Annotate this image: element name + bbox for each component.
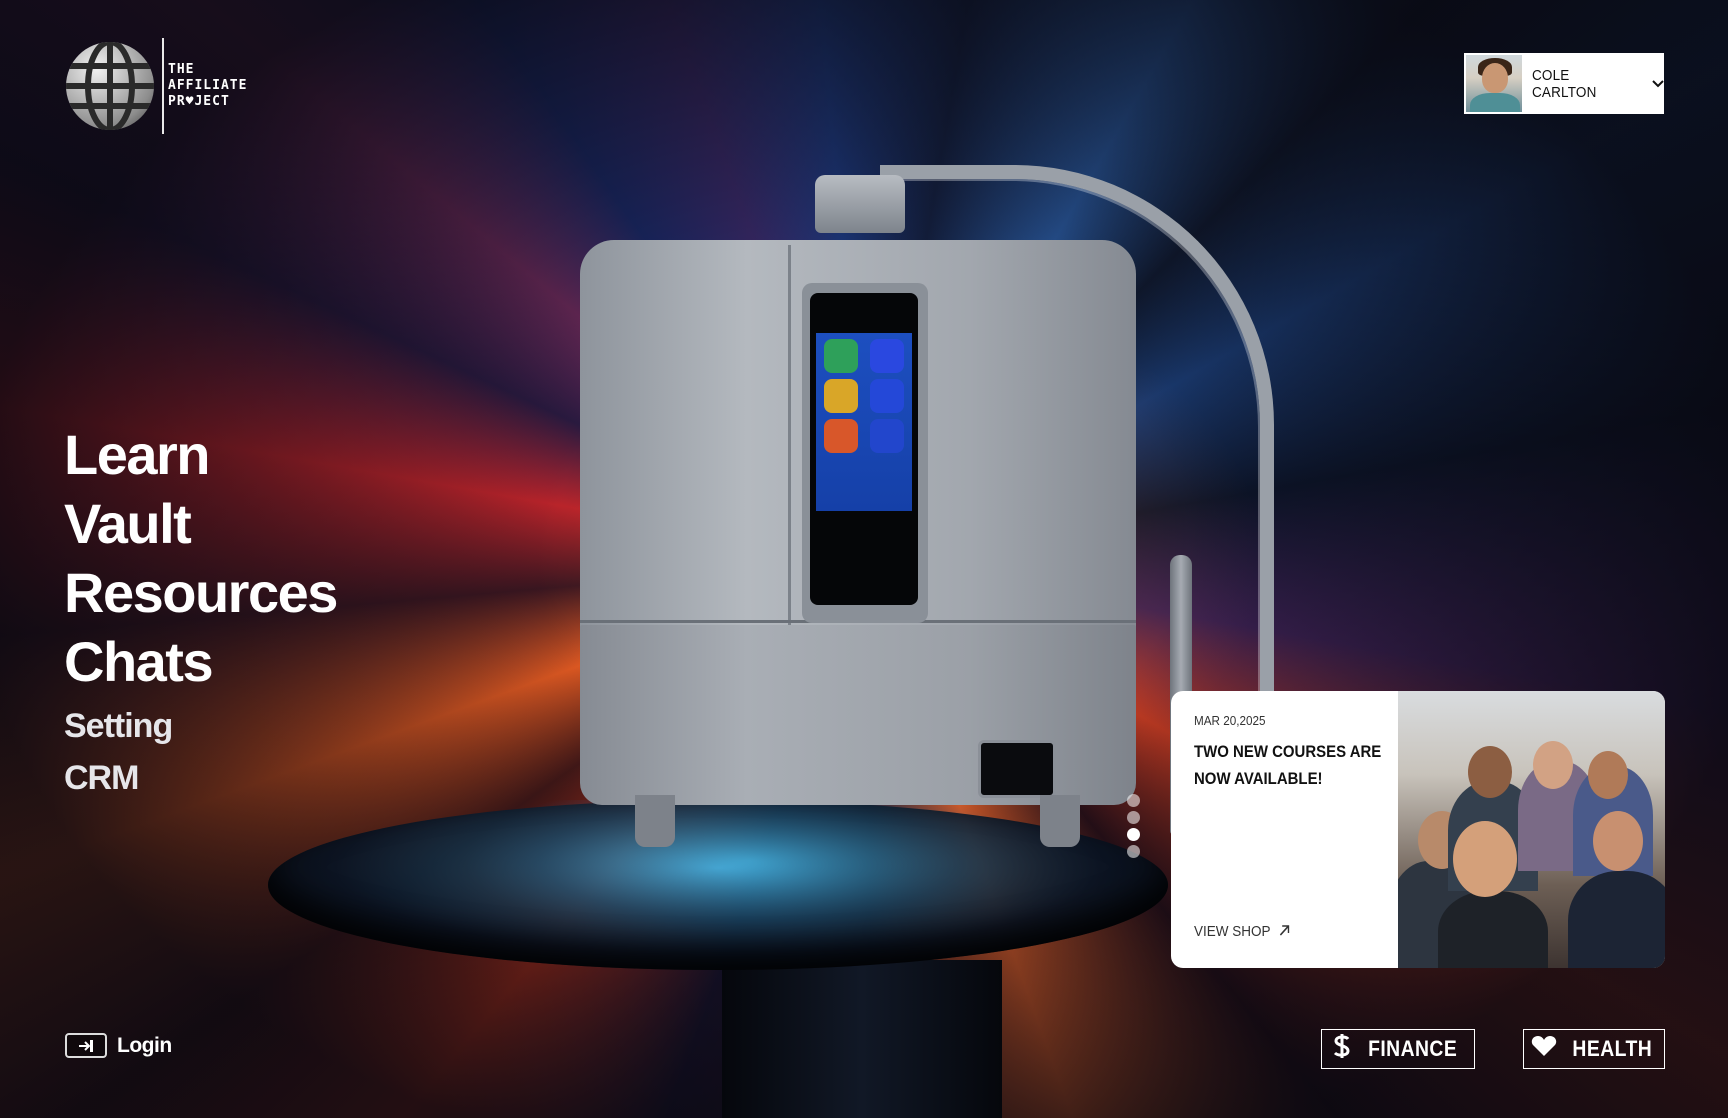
arrow-up-right-icon — [1279, 923, 1290, 940]
carousel-pagination — [1127, 794, 1140, 862]
logo-line: PR♥JECT — [168, 94, 230, 109]
login-button[interactable]: Login — [65, 1033, 172, 1058]
login-label: Login — [117, 1033, 172, 1057]
finance-label: FINANCE — [1368, 1036, 1458, 1061]
main-nav: Learn Vault Resources Chats Setting CRM — [64, 420, 338, 804]
screen-tile — [824, 339, 858, 373]
avatar-face — [1482, 63, 1508, 93]
logo-divider — [162, 38, 164, 134]
news-card-date: MAR 20,2025 — [1194, 713, 1266, 728]
photo-person — [1593, 811, 1643, 871]
screen-tile — [870, 339, 904, 373]
finance-tag-button[interactable]: FINANCE — [1321, 1029, 1475, 1069]
nav-item-learn[interactable]: Learn — [64, 420, 337, 489]
carousel-dot[interactable] — [1127, 845, 1140, 858]
health-tag-button[interactable]: HEALTH — [1523, 1029, 1665, 1069]
nav-item-setting[interactable]: Setting — [64, 700, 337, 752]
photo-person — [1438, 891, 1548, 968]
product-image-water-ionizer — [580, 165, 1274, 875]
user-menu-button[interactable]: COLE CARLTON — [1464, 53, 1664, 114]
product-foot — [635, 795, 675, 847]
avatar-body — [1470, 93, 1520, 112]
nav-item-resources[interactable]: Resources — [64, 558, 338, 627]
nav-item-chats[interactable]: Chats — [64, 627, 337, 696]
dollar-icon — [1332, 1033, 1352, 1066]
brand-logo[interactable]: THE AFFILIATE PR♥JECT — [66, 38, 247, 134]
product-screen-panel — [816, 333, 912, 511]
product-dispense-slot — [978, 740, 1056, 798]
login-arrow-icon — [65, 1033, 107, 1058]
photo-person — [1588, 751, 1628, 799]
avatar — [1466, 55, 1523, 112]
screen-tile — [824, 419, 858, 453]
globe-logo-icon — [66, 42, 154, 130]
photo-person — [1533, 741, 1573, 789]
pedestal-stem — [722, 960, 1002, 1118]
heart-icon — [1531, 1035, 1557, 1064]
product-spout — [815, 175, 905, 233]
logo-wordmark: THE AFFILIATE PR♥JECT — [168, 62, 247, 110]
screen-tile — [870, 379, 904, 413]
photo-person — [1468, 746, 1512, 798]
news-card-content: MAR 20,2025 TWO NEW COURSES ARE NOW AVAI… — [1194, 713, 1394, 792]
news-card[interactable]: MAR 20,2025 TWO NEW COURSES ARE NOW AVAI… — [1171, 691, 1665, 968]
chevron-down-icon — [1652, 77, 1664, 91]
screen-tile — [824, 379, 858, 413]
view-shop-label: VIEW SHOP — [1194, 923, 1271, 940]
product-screen — [810, 293, 918, 605]
carousel-dot[interactable] — [1127, 811, 1140, 824]
logo-line: AFFILIATE — [168, 78, 248, 93]
health-label: HEALTH — [1572, 1036, 1652, 1061]
product-panel-divider — [788, 245, 791, 625]
logo-line: THE — [168, 62, 195, 77]
news-card-photo-audience — [1398, 691, 1665, 968]
nav-item-vault[interactable]: Vault — [64, 489, 337, 558]
user-name: COLE CARLTON — [1532, 66, 1597, 101]
nav-item-crm[interactable]: CRM — [64, 752, 337, 804]
carousel-dot-active[interactable] — [1127, 828, 1140, 841]
product-foot — [1040, 795, 1080, 847]
carousel-dot[interactable] — [1127, 794, 1140, 807]
screen-tile — [870, 419, 904, 453]
news-card-title: TWO NEW COURSES ARE NOW AVAILABLE! — [1194, 742, 1382, 788]
photo-person — [1568, 871, 1665, 968]
view-shop-link[interactable]: VIEW SHOP — [1194, 923, 1290, 940]
photo-person — [1453, 821, 1517, 897]
